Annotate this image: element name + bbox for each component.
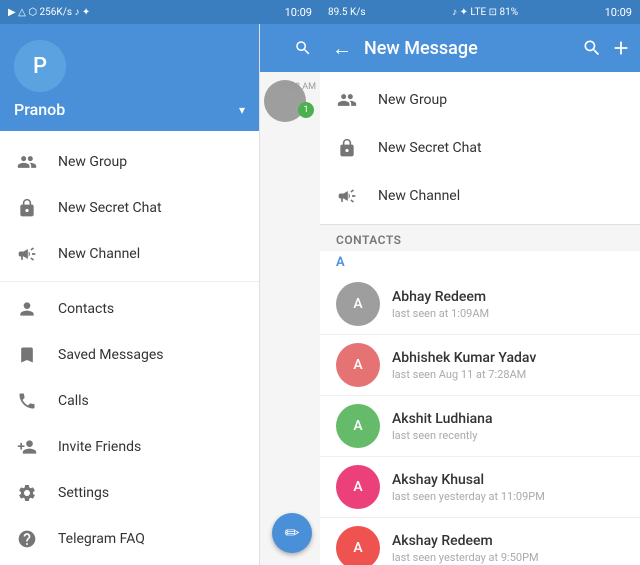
chat-badge: 1 <box>298 102 314 118</box>
contact-name-3: Akshay Khusal <box>392 472 624 488</box>
person-icon <box>16 298 38 320</box>
contact-status-0: last seen at 1:09AM <box>392 307 624 320</box>
right-new-group[interactable]: New Group <box>320 76 640 124</box>
status-bars: ▶ △ ⬡ 256K/s ♪ ✦ 10:09 89.5 K/s ♪ ✦ LTE … <box>0 0 640 24</box>
new-message-title: New Message <box>364 38 574 59</box>
group-icon <box>16 151 38 173</box>
new-secret-chat-label: New Secret Chat <box>58 200 162 216</box>
left-drawer: P Pranob ▾ New Group <box>0 24 260 565</box>
back-button[interactable]: ← <box>328 32 356 65</box>
right-status-icons: ♪ ✦ LTE ⊡ 81% <box>452 7 518 18</box>
settings-icon <box>16 482 38 504</box>
contact-avatar-2: A <box>336 404 380 448</box>
middle-content: 10:08 AM 1 <box>260 72 320 565</box>
contact-item-3[interactable]: A Akshay Khusal last seen yesterday at 1… <box>320 457 640 518</box>
megaphone-icon <box>16 243 38 265</box>
middle-header <box>260 24 320 72</box>
contact-status-3: last seen yesterday at 11:09PM <box>392 490 624 503</box>
drawer-header: P Pranob ▾ <box>0 24 259 131</box>
saved-messages-label: Saved Messages <box>58 347 164 363</box>
contact-name-2: Akshit Ludhiana <box>392 411 624 427</box>
contact-status-4: last seen yesterday at 9:50PM <box>392 551 624 564</box>
contact-name-0: Abhay Redeem <box>392 289 624 305</box>
bookmark-icon <box>16 344 38 366</box>
search-header-icon[interactable] <box>582 38 602 58</box>
left-status-icons: ▶ △ ⬡ 256K/s ♪ ✦ <box>8 7 90 18</box>
drawer-item-contacts[interactable]: Contacts <box>0 286 259 332</box>
right-megaphone-icon <box>336 185 358 207</box>
contact-item-0[interactable]: A Abhay Redeem last seen at 1:09AM <box>320 274 640 335</box>
contact-info-1: Abhishek Kumar Yadav last seen Aug 11 at… <box>392 350 624 381</box>
user-name: Pranob <box>14 100 65 119</box>
right-lock-icon <box>336 137 358 159</box>
right-new-channel[interactable]: New Channel <box>320 172 640 220</box>
add-icon[interactable] <box>610 37 632 59</box>
calls-label: Calls <box>58 393 89 409</box>
contacts-header-label: CONTACTS <box>320 225 640 251</box>
person-add-icon <box>16 436 38 458</box>
settings-label: Settings <box>58 485 109 501</box>
contact-info-3: Akshay Khusal last seen yesterday at 11:… <box>392 472 624 503</box>
contact-avatar-0: A <box>336 282 380 326</box>
right-group-icon <box>336 89 358 111</box>
contact-avatar-1: A <box>336 343 380 387</box>
new-group-label: New Group <box>58 154 127 170</box>
contact-name-1: Abhishek Kumar Yadav <box>392 350 624 366</box>
contact-item-1[interactable]: A Abhishek Kumar Yadav last seen Aug 11 … <box>320 335 640 396</box>
contact-item-4[interactable]: A Akshay Redeem last seen yesterday at 9… <box>320 518 640 565</box>
drawer-item-new-channel[interactable]: New Channel <box>0 231 259 277</box>
chat-item: 10:08 AM 1 <box>264 80 316 122</box>
contact-item-2[interactable]: A Akshit Ludhiana last seen recently <box>320 396 640 457</box>
contact-avatar-3: A <box>336 465 380 509</box>
contacts-label: Contacts <box>58 301 114 317</box>
drawer-menu: New Group New Secret Chat New Channel <box>0 131 259 565</box>
lock-icon <box>16 197 38 219</box>
drawer-item-settings[interactable]: Settings <box>0 470 259 516</box>
contact-letter-a: A <box>320 251 640 274</box>
left-status-bar: ▶ △ ⬡ 256K/s ♪ ✦ 10:09 <box>0 0 320 24</box>
drawer-item-saved-messages[interactable]: Saved Messages <box>0 332 259 378</box>
right-new-secret-chat[interactable]: New Secret Chat <box>320 124 640 172</box>
compose-fab[interactable]: ✏ <box>272 513 312 553</box>
contact-avatar-4: A <box>336 526 380 565</box>
drawer-item-calls[interactable]: Calls <box>0 378 259 424</box>
right-new-group-label: New Group <box>378 92 447 108</box>
drawer-item-faq[interactable]: Telegram FAQ <box>0 516 259 562</box>
left-status-time: 10:09 <box>285 6 312 19</box>
contact-info-0: Abhay Redeem last seen at 1:09AM <box>392 289 624 320</box>
right-menu-section: New Group New Secret Chat New Channel <box>320 72 640 225</box>
right-panel: ← New Message New Group <box>320 24 640 565</box>
drawer-item-invite-friends[interactable]: Invite Friends <box>0 424 259 470</box>
compose-icon: ✏ <box>284 523 299 544</box>
contact-name-4: Akshay Redeem <box>392 533 624 549</box>
drawer-nav-section: Contacts Saved Messages <box>0 281 259 562</box>
new-channel-label: New Channel <box>58 246 140 262</box>
search-icon[interactable] <box>294 39 312 57</box>
phone-icon <box>16 390 38 412</box>
middle-panel: 10:08 AM 1 ✏ <box>260 24 320 565</box>
contacts-section: CONTACTS A A Abhay Redeem last seen at 1… <box>320 225 640 565</box>
right-status-time: 10:09 <box>605 6 632 19</box>
right-new-secret-chat-label: New Secret Chat <box>378 140 482 156</box>
header-icons <box>582 37 632 59</box>
help-icon <box>16 528 38 550</box>
chevron-down-icon[interactable]: ▾ <box>239 103 245 117</box>
right-status-bar: 89.5 K/s ♪ ✦ LTE ⊡ 81% 10:09 <box>320 0 640 24</box>
avatar: P <box>14 40 66 92</box>
contact-info-2: Akshit Ludhiana last seen recently <box>392 411 624 442</box>
invite-friends-label: Invite Friends <box>58 439 141 455</box>
right-new-channel-label: New Channel <box>378 188 460 204</box>
drawer-item-new-secret-chat[interactable]: New Secret Chat <box>0 185 259 231</box>
main-container: P Pranob ▾ New Group <box>0 24 640 565</box>
right-speed: 89.5 K/s <box>328 7 366 18</box>
contact-info-4: Akshay Redeem last seen yesterday at 9:5… <box>392 533 624 564</box>
chat-timestamp: 10:08 AM <box>278 82 316 92</box>
contact-status-2: last seen recently <box>392 429 624 442</box>
user-name-row: Pranob ▾ <box>14 100 245 119</box>
right-header: ← New Message <box>320 24 640 72</box>
contact-status-1: last seen Aug 11 at 7:28AM <box>392 368 624 381</box>
faq-label: Telegram FAQ <box>58 531 145 547</box>
drawer-item-new-group[interactable]: New Group <box>0 139 259 185</box>
